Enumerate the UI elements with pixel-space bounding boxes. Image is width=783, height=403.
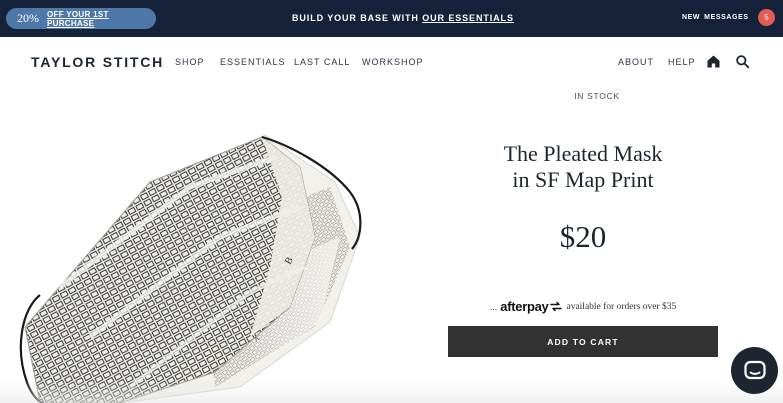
- nav-item-workshop[interactable]: WORKSHOP: [362, 57, 424, 67]
- messages-count-badge[interactable]: 5: [758, 9, 775, 26]
- messages-label: MESSAGES: [704, 14, 749, 21]
- afterpay-arrows-icon: [550, 301, 563, 312]
- announcement-bar: 20% OFF YOUR 1ST PURCHASE BUILD YOUR BAS…: [0, 0, 783, 37]
- product-title-line-1: The Pleated Mask: [503, 141, 663, 166]
- product-price: $20: [559, 219, 607, 254]
- announcement-prefix: BUILD YOUR BASE WITH: [292, 13, 423, 23]
- announcement-text: BUILD YOUR BASE WITH OUR ESSENTIALS: [292, 13, 514, 23]
- messages-link[interactable]: NEW MESSAGES: [682, 14, 749, 21]
- essentials-link[interactable]: OUR ESSENTIALS: [422, 13, 514, 23]
- home-icon[interactable]: [706, 54, 721, 69]
- search-icon[interactable]: [735, 54, 750, 69]
- site-header: TAYLOR STITCH SHOP ESSENTIALS LAST CALL …: [0, 37, 783, 87]
- promo-link[interactable]: OFF YOUR 1ST PURCHASE: [47, 10, 156, 28]
- promo-pill[interactable]: 20% OFF YOUR 1ST PURCHASE: [6, 8, 156, 29]
- nav-item-last-call[interactable]: LAST CALL: [294, 57, 350, 67]
- chat-bubble-icon: [743, 360, 766, 379]
- nav-item-about[interactable]: ABOUT: [618, 57, 654, 67]
- add-to-cart-button[interactable]: ADD TO CART: [448, 326, 718, 357]
- nav-item-shop[interactable]: SHOP: [175, 57, 205, 67]
- messages-new-label: NEW: [682, 14, 701, 21]
- afterpay-logo[interactable]: afterpay: [500, 299, 563, 314]
- product-title-line-2: in SF Map Print: [512, 167, 654, 192]
- stock-status: IN STOCK: [574, 91, 620, 101]
- product-title: The Pleated Mask in SF Map Print: [448, 141, 718, 193]
- face-mask-sf-map-print-image: B A: [0, 87, 440, 403]
- afterpay-prefix: ...: [489, 301, 498, 312]
- afterpay-message: ... afterpay available for orders over $…: [448, 299, 718, 314]
- promo-percent: 20%: [17, 11, 39, 25]
- afterpay-brand: afterpay: [500, 299, 549, 314]
- brand-logo[interactable]: TAYLOR STITCH: [31, 54, 164, 70]
- nav-item-help[interactable]: HELP: [668, 57, 696, 67]
- chat-launcher-button[interactable]: [731, 347, 778, 394]
- nav-item-essentials[interactable]: ESSENTIALS: [220, 57, 286, 67]
- afterpay-note: available for orders over $35: [566, 301, 677, 312]
